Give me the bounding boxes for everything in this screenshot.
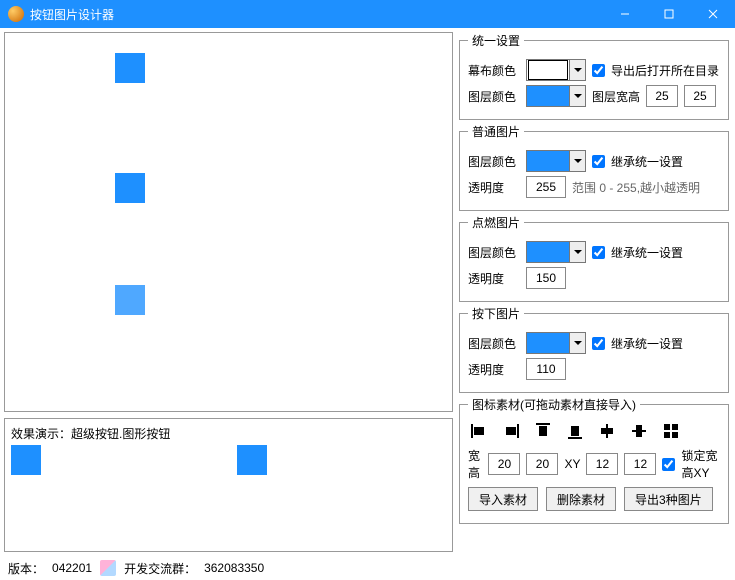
unified-layer-color-picker[interactable]: [526, 85, 586, 107]
layer-width-input[interactable]: [646, 85, 678, 107]
hover-opacity-input[interactable]: [526, 267, 566, 289]
chevron-down-icon: [569, 333, 585, 353]
group-number: 362083350: [204, 561, 264, 575]
pressed-inherit-label: 继承统一设置: [611, 335, 683, 352]
preview-panel: 效果演示：超级按钮.图形按钮: [4, 418, 453, 552]
export-images-button[interactable]: 导出3种图片: [624, 487, 713, 511]
layer-height-input[interactable]: [684, 85, 716, 107]
layer-wh-label: 图层宽高: [592, 88, 640, 105]
group-avatar-icon: [100, 560, 116, 576]
curtain-color-label: 幕布颜色: [468, 62, 520, 79]
minimize-button[interactable]: [603, 0, 647, 28]
pressed-image-group: 按下图片 图层颜色 继承统一设置 透明度: [459, 305, 729, 393]
window-title: 按钮图片设计器: [30, 6, 603, 23]
align-center-v-icon[interactable]: [630, 423, 648, 439]
delete-asset-button[interactable]: 删除素材: [546, 487, 616, 511]
pressed-layer-color-picker[interactable]: [526, 332, 586, 354]
lock-wh-xy-label: 锁定宽高XY: [681, 447, 720, 481]
app-icon: [8, 6, 24, 22]
normal-opacity-input[interactable]: [526, 176, 566, 198]
canvas-square[interactable]: [115, 53, 145, 83]
normal-opacity-label: 透明度: [468, 179, 520, 196]
pressed-opacity-label: 透明度: [468, 361, 520, 378]
curtain-color-picker[interactable]: [526, 59, 586, 81]
normal-image-group: 普通图片 图层颜色 继承统一设置 透明度 范围 0 - 255,越小越透明: [459, 123, 729, 211]
title-bar: 按钮图片设计器: [0, 0, 735, 28]
hover-inherit-checkbox[interactable]: [592, 246, 605, 259]
chevron-down-icon: [569, 151, 585, 171]
asset-wh-label: 宽高: [468, 447, 482, 481]
normal-inherit-label: 继承统一设置: [611, 153, 683, 170]
unified-legend: 统一设置: [468, 32, 524, 49]
pressed-inherit-checkbox[interactable]: [592, 337, 605, 350]
align-left-icon[interactable]: [470, 423, 488, 439]
import-asset-button[interactable]: 导入素材: [468, 487, 538, 511]
preview-label: 效果演示：超级按钮.图形按钮: [11, 425, 446, 442]
open-after-export-checkbox[interactable]: [592, 64, 605, 77]
assets-legend: 图标素材(可拖动素材直接导入): [468, 396, 640, 413]
asset-width-input[interactable]: [488, 453, 520, 475]
canvas-square[interactable]: [115, 285, 145, 315]
preview-square[interactable]: [237, 445, 267, 475]
hover-legend: 点燃图片: [468, 214, 524, 231]
normal-layer-color-label: 图层颜色: [468, 153, 520, 170]
assets-group: 图标素材(可拖动素材直接导入) 宽高 XY 锁定宽高XY: [459, 396, 729, 524]
canvas-square[interactable]: [115, 173, 145, 203]
open-after-export-label: 导出后打开所在目录: [611, 62, 719, 79]
hover-image-group: 点燃图片 图层颜色 继承统一设置 透明度: [459, 214, 729, 302]
asset-height-input[interactable]: [526, 453, 558, 475]
close-button[interactable]: [691, 0, 735, 28]
chevron-down-icon: [569, 242, 585, 262]
align-top-icon[interactable]: [534, 423, 552, 439]
align-bottom-icon[interactable]: [566, 423, 584, 439]
pressed-layer-color-label: 图层颜色: [468, 335, 520, 352]
align-center-h-icon[interactable]: [598, 423, 616, 439]
status-bar: 版本： 042201 开发交流群： 362083350: [0, 556, 735, 580]
hover-inherit-label: 继承统一设置: [611, 244, 683, 261]
preview-square[interactable]: [11, 445, 41, 475]
chevron-down-icon: [569, 60, 585, 80]
pressed-legend: 按下图片: [468, 305, 524, 322]
normal-layer-color-picker[interactable]: [526, 150, 586, 172]
lock-wh-xy-checkbox[interactable]: [662, 458, 675, 471]
group-label: 开发交流群：: [124, 560, 196, 577]
hover-opacity-label: 透明度: [468, 270, 520, 287]
normal-legend: 普通图片: [468, 123, 524, 140]
asset-y-input[interactable]: [624, 453, 656, 475]
asset-xy-label: XY: [564, 457, 580, 471]
chevron-down-icon: [569, 86, 585, 106]
align-right-icon[interactable]: [502, 423, 520, 439]
design-canvas[interactable]: [4, 32, 453, 412]
hover-layer-color-label: 图层颜色: [468, 244, 520, 261]
unified-settings-group: 统一设置 幕布颜色 导出后打开所在目录 图层颜色 图层宽高: [459, 32, 729, 120]
asset-x-input[interactable]: [586, 453, 618, 475]
normal-inherit-checkbox[interactable]: [592, 155, 605, 168]
grid-icon[interactable]: [662, 423, 680, 439]
pressed-opacity-input[interactable]: [526, 358, 566, 380]
hover-layer-color-picker[interactable]: [526, 241, 586, 263]
version-label: 版本：: [8, 560, 44, 577]
maximize-button[interactable]: [647, 0, 691, 28]
opacity-range-hint: 范围 0 - 255,越小越透明: [572, 179, 700, 196]
layer-color-label: 图层颜色: [468, 88, 520, 105]
version-value: 042201: [52, 561, 92, 575]
